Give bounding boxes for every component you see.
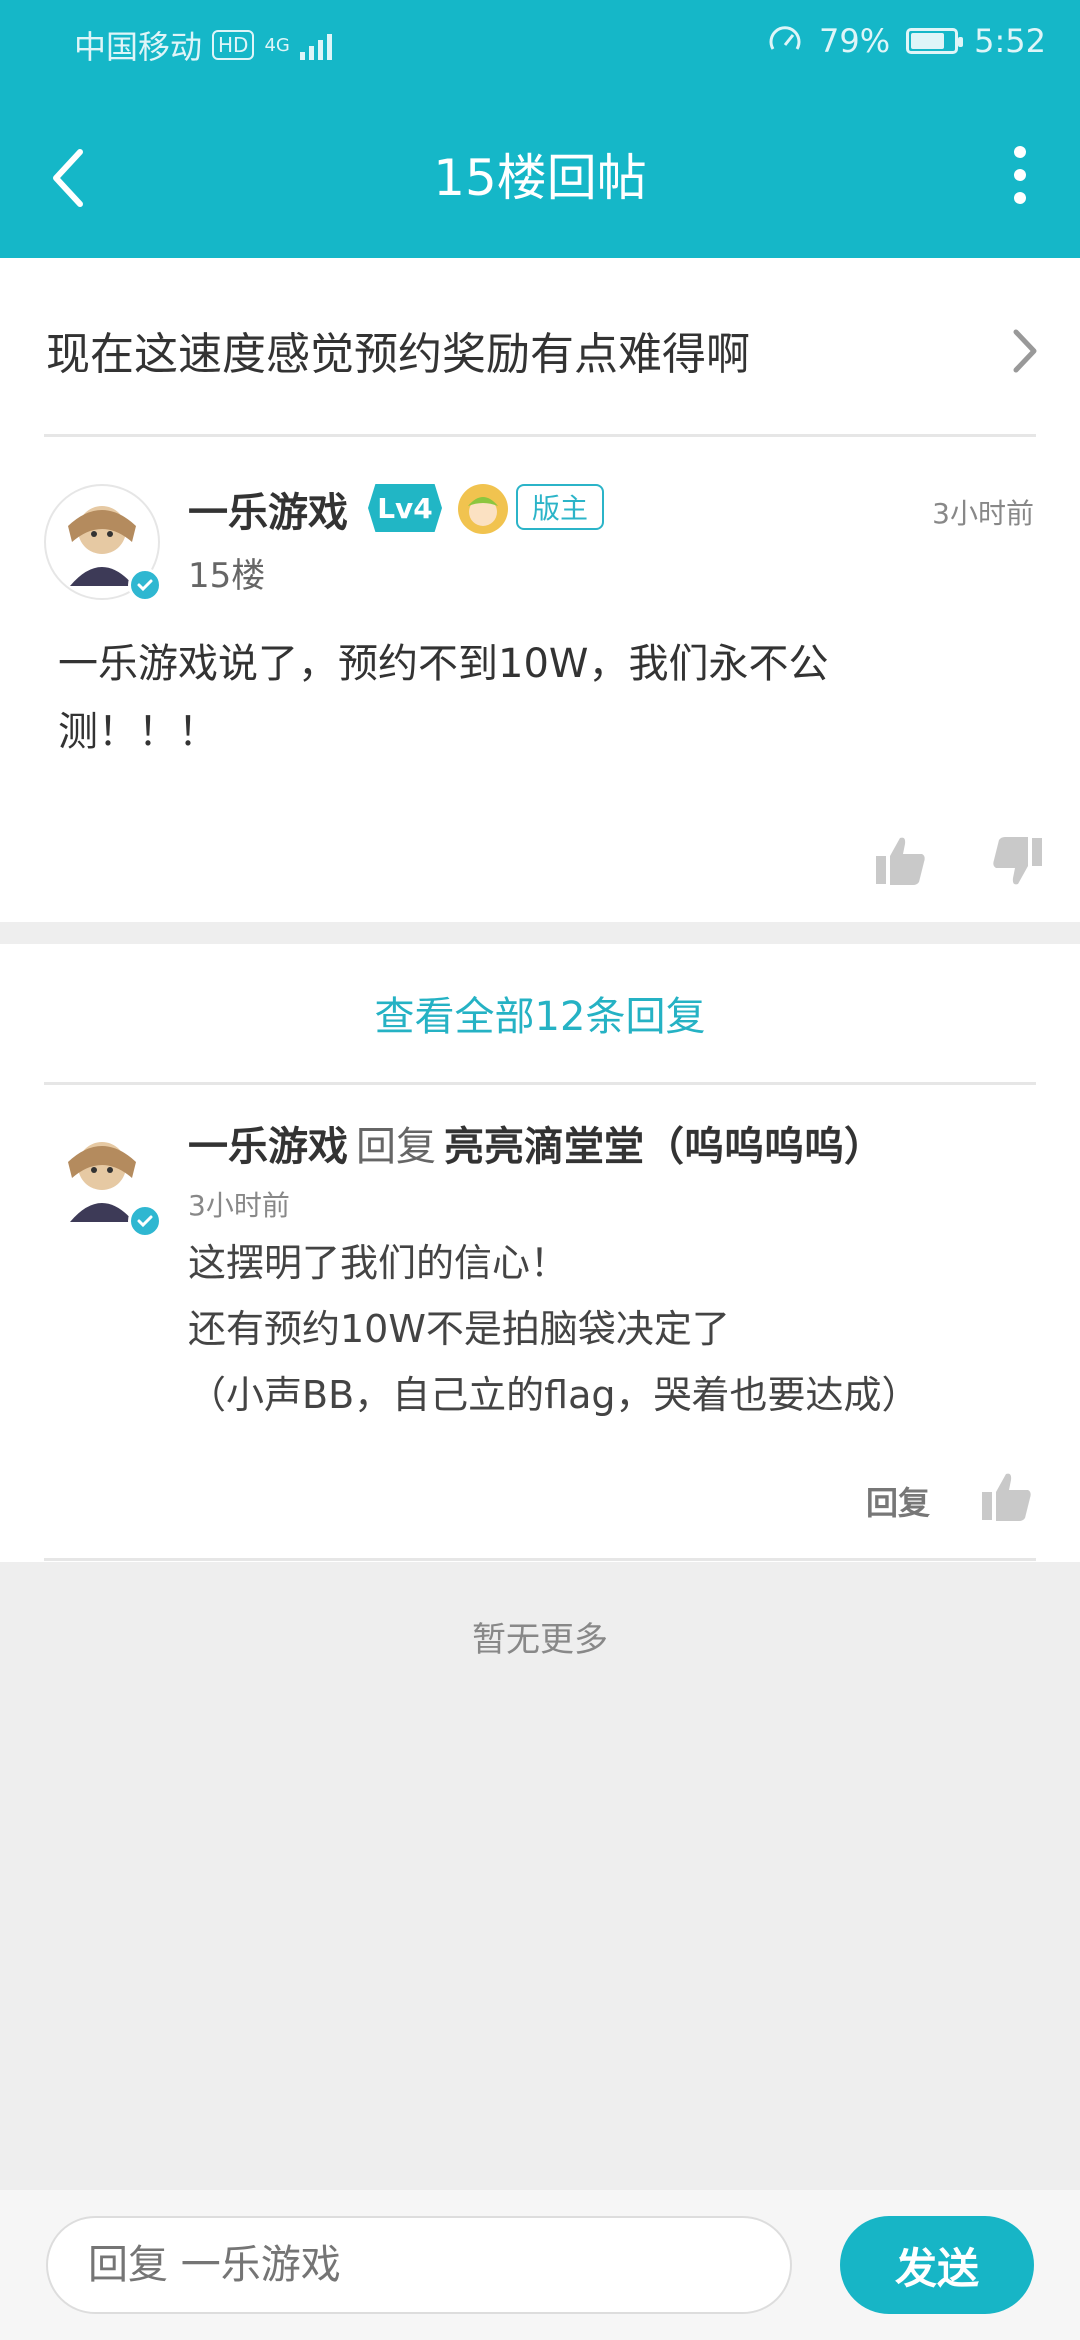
reply-author[interactable]: 一乐游戏	[188, 1124, 348, 1170]
author-name[interactable]: 一乐游戏	[188, 480, 348, 538]
thumbs-up-icon[interactable]	[874, 834, 928, 888]
divider	[44, 1558, 1036, 1561]
post-time: 3小时前	[932, 497, 1034, 530]
send-button[interactable]: 发送	[840, 2216, 1034, 2314]
medal-avatar-icon	[458, 484, 508, 534]
topic-title[interactable]: 现在这速度感觉预约奖励有点难得啊	[46, 318, 960, 382]
battery-icon	[906, 28, 964, 54]
reply-word: 回复	[356, 1124, 436, 1170]
reply-content: 这摆明了我们的信心！ 还有预约10W不是拍脑袋决定了 （小声BB，自己立的fla…	[188, 1230, 1048, 1428]
network-label: 4G	[264, 34, 290, 56]
speed-icon	[769, 26, 801, 50]
thumbs-up-icon[interactable]	[980, 1470, 1034, 1524]
replies-card: 查看全部12条回复 一乐游戏 回复 亮亮滴堂堂（呜呜呜呜） 3小时前 这摆明了我们的…	[0, 944, 1080, 1562]
page-title: 15楼回帖	[433, 149, 647, 207]
reply-input[interactable]	[46, 2216, 792, 2314]
reply-target[interactable]: 亮亮滴堂堂（呜呜呜呜）	[444, 1124, 884, 1170]
divider	[44, 1082, 1036, 1085]
reply-header: 一乐游戏 回复 亮亮滴堂堂（呜呜呜呜）	[188, 1114, 884, 1172]
moderator-badge: 版主	[516, 484, 604, 530]
hd-icon: HD	[212, 30, 255, 60]
reply-bar: 发送	[0, 2190, 1080, 2340]
post-content: 一乐游戏说了，预约不到10W，我们永不公测！！！	[58, 641, 829, 755]
reply-avatar[interactable]	[44, 1120, 162, 1238]
post-card: 现在这速度感觉预约奖励有点难得啊 一乐游戏 Lv4 版主 15楼 3小时前 一乐…	[0, 258, 1080, 922]
divider	[44, 434, 1036, 437]
carrier-info: 中国移动 HD 4G	[74, 22, 332, 68]
no-more-text: 暂无更多	[472, 1620, 608, 1660]
more-vertical-icon[interactable]	[1000, 140, 1040, 210]
thumbs-down-icon[interactable]	[990, 834, 1044, 888]
status-right: 79% 5:52	[767, 22, 1046, 60]
reply-time: 3小时前	[188, 1189, 290, 1222]
app-bar: 15楼回帖	[0, 92, 1080, 258]
reply-line-3: （小声BB，自己立的flag，哭着也要达成）	[188, 1373, 920, 1417]
avatar[interactable]	[44, 484, 162, 602]
battery-percent: 79%	[819, 22, 891, 60]
floor-number: 15楼	[188, 556, 266, 596]
reply-button[interactable]: 回复	[866, 1478, 930, 1524]
view-all-replies-link[interactable]: 查看全部12条回复	[0, 984, 1080, 1042]
signal-icon	[299, 30, 332, 60]
chevron-right-icon[interactable]	[1010, 326, 1040, 376]
reply-line-2: 还有预约10W不是拍脑袋决定了	[188, 1307, 730, 1351]
status-bar: 中国移动 HD 4G 79% 5:52	[0, 0, 1080, 92]
reply-line-1: 这摆明了我们的信心！	[188, 1241, 569, 1285]
verified-icon	[128, 1204, 162, 1238]
level-badge: Lv4	[368, 484, 442, 532]
verified-icon	[128, 568, 162, 602]
clock: 5:52	[974, 22, 1046, 60]
carrier-name: 中国移动	[74, 28, 203, 66]
